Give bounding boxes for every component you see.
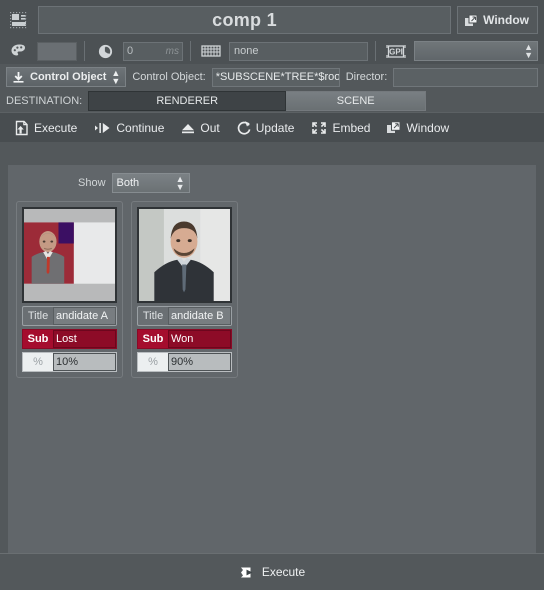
duration-value: 0: [127, 45, 134, 57]
divider: [84, 41, 85, 61]
candidate-percent-field[interactable]: % 90%: [137, 352, 232, 372]
candidate-sub-field[interactable]: Sub Lost: [22, 329, 117, 349]
properties-row: 0 ms none GPI ▲ ▼: [0, 38, 544, 64]
toolbar-out-button[interactable]: Out: [178, 121, 233, 135]
embed-expand-icon: [310, 120, 328, 136]
control-object-mode-label: Control Object: [30, 71, 107, 83]
candidate-sub-field[interactable]: Sub Won: [137, 329, 232, 349]
destination-row: DESTINATION: RENDERER SCENE: [0, 90, 544, 112]
toolbar-continue-button[interactable]: Continue: [91, 121, 178, 135]
footer-bar: Execute: [0, 553, 544, 590]
toolbar-execute-button[interactable]: Execute: [10, 120, 91, 136]
shortcut-value: none: [234, 45, 259, 57]
title-window-label: Window: [483, 13, 529, 27]
comp-name-text: comp 1: [212, 9, 277, 30]
execute-page-icon: [14, 120, 30, 136]
toolbar-continue-label: Continue: [116, 120, 165, 135]
candidate-title-field[interactable]: Title andidate A: [22, 306, 117, 326]
control-object-label: Control Object:: [132, 71, 206, 83]
toolbar-window-label: Window: [406, 120, 450, 135]
gpi-icon: GPI: [383, 38, 409, 64]
duration-field[interactable]: 0 ms: [123, 41, 183, 61]
action-toolbar: Execute Continue Out Update Embed Window: [0, 112, 544, 142]
director-input[interactable]: [393, 67, 538, 87]
footer-execute-label: Execute: [261, 565, 306, 579]
continue-play-icon: [93, 121, 112, 135]
candidate-card[interactable]: Title andidate A Sub Lost % 10%: [16, 201, 123, 378]
toolbar-execute-label: Execute: [34, 120, 78, 135]
candidate-sub-value: Won: [168, 330, 231, 348]
candidate-sub-key: Sub: [142, 333, 164, 345]
comp-name-field[interactable]: comp 1: [38, 6, 452, 34]
keyboard-icon: [198, 38, 224, 64]
control-object-input[interactable]: *SUBSCENE*TREE*$root: [211, 67, 340, 87]
clock-icon: [92, 38, 118, 64]
control-object-row: Control Object ▲ ▼ Control Object: *SUBSC…: [0, 64, 544, 90]
content-panel: Show Both ▲ ▼ Title andidate A Sub Lost …: [8, 165, 536, 553]
toolbar-out-label: Out: [200, 120, 220, 135]
divider: [375, 41, 377, 61]
toolbar-update-label: Update: [255, 120, 295, 135]
candidate-title-field[interactable]: Title andidate B: [137, 306, 232, 326]
control-object-mode-button[interactable]: Control Object ▲ ▼: [6, 67, 127, 87]
spinner-icon: ▲ ▼: [111, 68, 121, 86]
duration-unit: ms: [165, 45, 179, 57]
toolbar-embed-button[interactable]: Embed: [308, 120, 384, 136]
candidate-percent-key: %: [148, 356, 158, 368]
candidate-b-photo[interactable]: [137, 207, 232, 303]
candidate-sub-value: Lost: [53, 330, 116, 348]
palette-icon[interactable]: [6, 38, 32, 64]
color-swatch[interactable]: [37, 41, 77, 61]
destination-option-renderer-label: RENDERER: [156, 95, 219, 107]
show-value: Both: [116, 177, 140, 189]
show-label: Show: [78, 177, 106, 189]
toolbar-embed-label: Embed: [332, 120, 371, 135]
layout-icon[interactable]: [6, 7, 32, 33]
candidate-percent-key: %: [33, 356, 43, 368]
director-label: Director:: [345, 71, 388, 83]
destination-label: DESTINATION:: [6, 95, 83, 107]
title-bar: comp 1 Window: [0, 0, 544, 38]
candidate-percent-value: 10%: [53, 353, 116, 371]
shortcut-field[interactable]: none: [229, 41, 369, 61]
control-object-value: *SUBSCENE*TREE*$root: [215, 71, 340, 83]
destination-option-scene[interactable]: SCENE: [286, 91, 427, 111]
destination-option-renderer[interactable]: RENDERER: [88, 91, 287, 111]
toolbar-update-button[interactable]: Update: [234, 120, 309, 136]
update-refresh-icon: [236, 120, 252, 136]
window-restore-icon: [386, 120, 402, 135]
execute-play-icon: [239, 564, 256, 581]
candidate-card[interactable]: Title andidate B Sub Won % 90%: [131, 201, 238, 378]
svg-text:GPI: GPI: [389, 47, 403, 56]
window-restore-icon: [464, 13, 479, 28]
divider: [190, 41, 191, 61]
candidate-title-key: Title: [27, 310, 49, 322]
show-filter-row: Show Both ▲ ▼: [8, 165, 536, 193]
spinner-icon: ▲ ▼: [524, 42, 533, 60]
vizrt-control-panel: comp 1 Window 0 ms none GPI ▲ ▼ Control …: [0, 0, 544, 590]
spinner-icon: ▲ ▼: [175, 174, 185, 192]
out-eject-icon: [180, 121, 196, 135]
download-arrow-icon: [12, 71, 25, 84]
toolbar-window-button[interactable]: Window: [384, 120, 463, 135]
candidate-card-list: Title andidate A Sub Lost % 10% Title an…: [8, 193, 536, 378]
gpi-select[interactable]: ▲ ▼: [414, 41, 538, 61]
candidate-percent-value: 90%: [168, 353, 231, 371]
candidate-title-value: andidate B: [168, 307, 231, 325]
title-window-button[interactable]: Window: [457, 6, 538, 34]
candidate-percent-field[interactable]: % 10%: [22, 352, 117, 372]
candidate-title-key: Title: [142, 310, 164, 322]
candidate-sub-key: Sub: [27, 333, 49, 345]
candidate-a-photo[interactable]: [22, 207, 117, 303]
candidate-title-value: andidate A: [53, 307, 116, 325]
show-select[interactable]: Both ▲ ▼: [111, 173, 190, 193]
destination-option-scene-label: SCENE: [336, 95, 375, 107]
